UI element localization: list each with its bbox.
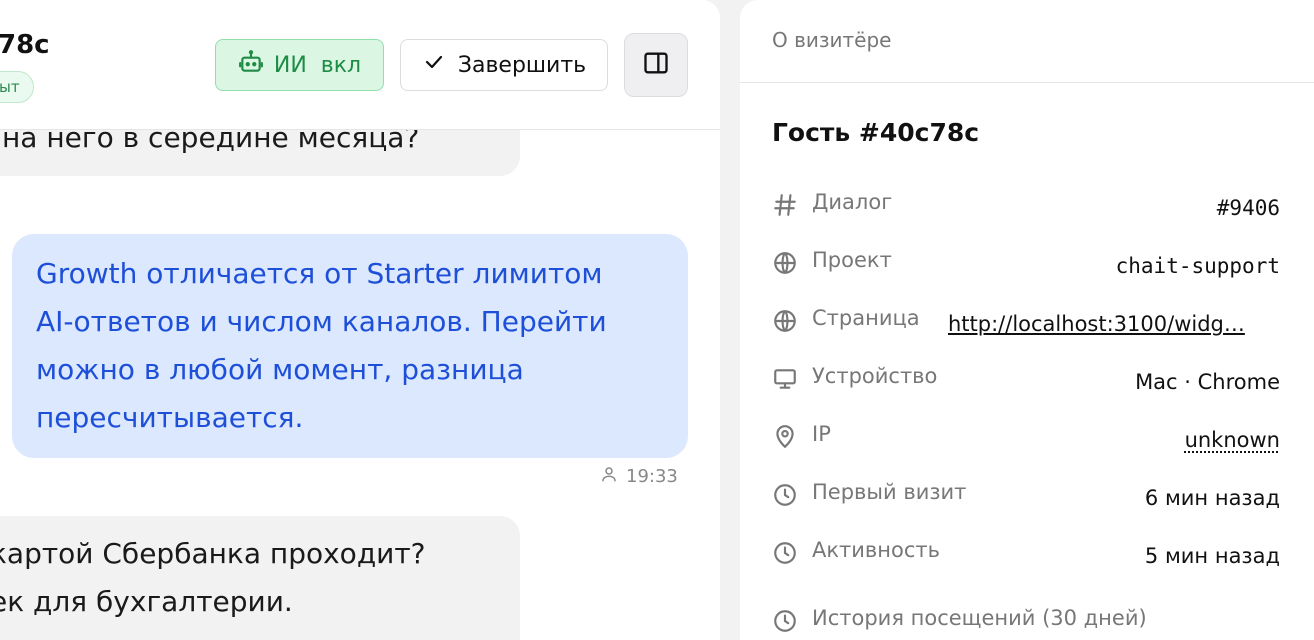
chat-header: 78с ыт ИИ вкл Завершить [0,0,720,130]
ai-toggle-button[interactable]: ИИ вкл [215,39,384,91]
clock-icon [772,540,798,566]
finish-button[interactable]: Завершить [400,39,608,91]
visit-history-section[interactable]: История посещений (30 дней) [772,606,1280,640]
hash-icon [772,192,798,218]
guest-name: Гость #40c78c [772,118,980,147]
status-badge: ыт [0,71,34,103]
clock-icon [772,608,798,634]
outgoing-message: Growth отличается от Starter лимитом AI-… [12,234,688,458]
visit-history-label: История посещений (30 дней) [812,606,1147,630]
ip-value[interactable]: unknown [1185,428,1280,452]
globe-icon [772,250,798,276]
globe-icon [772,308,798,334]
info-label: Устройство [812,364,938,388]
dialog-id-value: #9406 [1216,196,1280,220]
robot-icon [238,49,264,81]
check-icon [422,50,446,80]
activity-value: 5 мин назад [1144,544,1280,568]
monitor-icon [772,366,798,392]
info-label: Проект [812,248,892,272]
device-value: Mac · Chrome [1135,370,1280,394]
info-label: Первый визит [812,480,967,504]
message-line: пересчитывается. [36,401,304,434]
sidebar-icon [642,49,670,81]
info-row-activity: Активность 5 мин назад [772,538,1280,572]
finish-button-label: Завершить [457,52,587,78]
info-label: IP [812,422,831,446]
map-pin-icon [772,424,798,450]
info-row-device: Устройство Mac · Chrome [772,364,1280,398]
info-label: Диалог [812,190,893,214]
visitor-info-panel: О визитёре Гость #40c78c Диалог #9406 Пр… [740,0,1314,640]
info-row-page: Страница http://localhost:3100/widg… [772,306,1280,340]
chat-panel: на него в середине месяца? Growth отлича… [0,0,720,640]
info-row-project: Проект chait-support [772,248,1280,282]
info-label: Страница [812,306,920,330]
message-meta: 19:33 [600,464,684,488]
page-url-link[interactable]: http://localhost:3100/widg… [948,312,1280,336]
first-visit-value: 6 мин назад [1144,486,1280,510]
info-row-first-visit: Первый визит 6 мин назад [772,480,1280,514]
info-row-dialog: Диалог #9406 [772,190,1280,224]
project-value: chait-support [1115,254,1280,278]
message-line: картой Сбербанка проходит? [0,537,426,570]
message-line: можно в любой момент, разница [36,353,524,386]
message-time: 19:33 [626,465,678,487]
info-label: Активность [812,538,941,562]
message-line: Growth отличается от Starter лимитом [36,257,603,290]
info-row-ip: IP unknown [772,422,1280,456]
operator-icon [600,465,618,488]
incoming-message: картой Сбербанка проходит? ек для бухгал… [0,516,520,640]
message-line: AI-ответов и числом каналов. Перейти [36,305,607,338]
clock-icon [772,482,798,508]
ai-toggle-label: ИИ вкл [273,52,362,78]
visitor-panel-title: О визитёре [740,0,1314,83]
visitor-name: 78с [0,30,50,60]
toggle-sidebar-button[interactable] [624,33,688,97]
message-line: ек для бухгалтерии. [0,585,293,618]
